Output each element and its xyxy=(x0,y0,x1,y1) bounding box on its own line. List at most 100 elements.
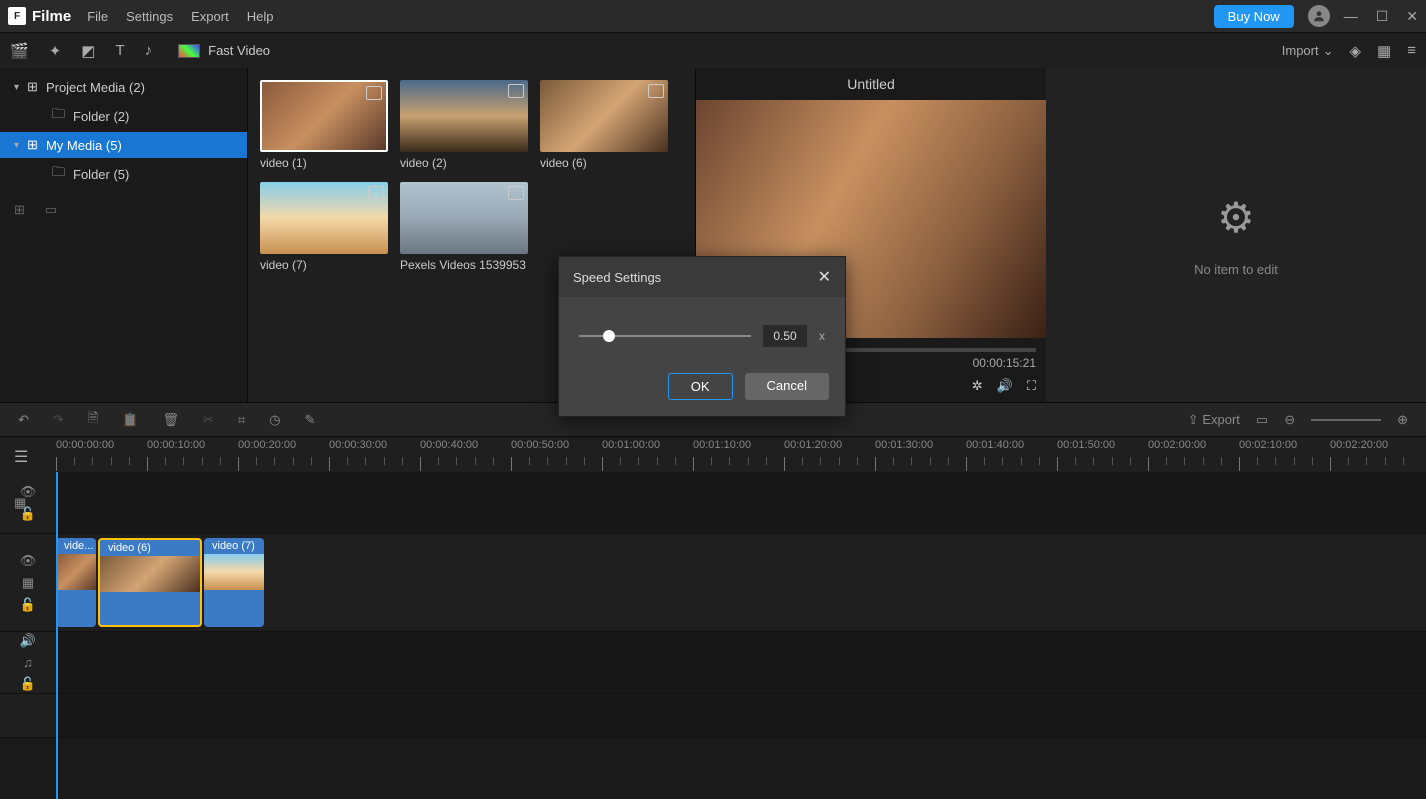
fullscreen-icon[interactable]: ⛶ xyxy=(1027,378,1036,394)
media-item[interactable]: video (2) xyxy=(400,80,528,170)
ruler-label: 00:01:10:00 xyxy=(693,439,751,451)
delete-icon[interactable]: 🗑 xyxy=(162,412,179,428)
ruler-label: 00:01:30:00 xyxy=(875,439,933,451)
add-folder-icon[interactable]: ⊞ xyxy=(14,202,25,218)
effects-tab-icon[interactable]: ✦ xyxy=(49,42,62,60)
playhead[interactable] xyxy=(56,472,58,799)
tree-project-folder[interactable]: 🗀 Folder (2) xyxy=(0,100,247,132)
text-tab-icon[interactable]: T xyxy=(115,42,124,59)
media-tab-icon[interactable]: 🎬 xyxy=(10,42,29,60)
settings-icon[interactable]: ✲ xyxy=(972,378,983,394)
export-button[interactable]: ⇪ Export xyxy=(1188,412,1240,428)
ruler-label: 00:02:20:00 xyxy=(1330,439,1388,451)
copy-icon[interactable]: 🗎 xyxy=(88,409,98,431)
folder-icon: 🗀 xyxy=(52,105,65,127)
split-icon[interactable]: ✂ xyxy=(203,412,214,428)
media-item[interactable]: video (7) xyxy=(260,182,388,272)
tree-my-folder[interactable]: 🗀 Folder (5) xyxy=(0,158,247,190)
buy-now-button[interactable]: Buy Now xyxy=(1214,5,1294,28)
menu-settings[interactable]: Settings xyxy=(126,9,173,24)
timeline-ruler[interactable]: ☰ 00:00:00:0000:00:10:0000:00:20:0000:00… xyxy=(0,436,1426,472)
paste-icon[interactable]: 📋 xyxy=(122,412,138,428)
slider-thumb[interactable] xyxy=(603,330,615,342)
project-title: Untitled xyxy=(696,68,1046,100)
ruler-label: 00:00:40:00 xyxy=(420,439,478,451)
lock-icon[interactable]: 🔓 xyxy=(20,676,36,692)
clip-label: vide... xyxy=(60,540,96,552)
undo-icon[interactable]: ↶ xyxy=(18,412,29,428)
timeline-clip[interactable]: video (6) xyxy=(98,538,202,627)
timeline-menu-icon[interactable]: ☰ xyxy=(14,447,28,467)
tree-project-media[interactable]: ▾ ⊞ Project Media (2) xyxy=(0,74,247,100)
app-name: Filme xyxy=(32,8,71,25)
ruler-label: 00:00:00:00 xyxy=(56,439,114,451)
fast-video-button[interactable]: Fast Video xyxy=(178,43,270,58)
close-icon[interactable]: ✕ xyxy=(1406,8,1418,25)
minimize-icon[interactable]: — xyxy=(1344,8,1358,25)
ruler-label: 00:01:20:00 xyxy=(784,439,842,451)
audio-tab-icon[interactable]: ♪ xyxy=(145,42,153,59)
video-track-1: 👁 ▦ 🔓 vide...video (6)video (7) xyxy=(0,534,1426,632)
track-type-icon: ♫ xyxy=(23,655,33,670)
tree-label: My Media (5) xyxy=(46,138,122,153)
volume-icon[interactable]: 🔊 xyxy=(20,633,36,649)
video-badge-icon xyxy=(508,84,524,98)
fast-video-label: Fast Video xyxy=(208,43,270,58)
zoom-in-icon[interactable]: ⊕ xyxy=(1397,412,1408,428)
crop-icon[interactable]: ⌗ xyxy=(238,412,245,428)
briefcase-icon[interactable]: ▭ xyxy=(45,202,57,218)
media-item[interactable]: video (6) xyxy=(540,80,668,170)
sort-icon[interactable]: ≡ xyxy=(1407,42,1416,59)
clip-label: video (6) xyxy=(104,542,155,554)
main-menu: File Settings Export Help xyxy=(87,9,273,24)
layers-icon[interactable]: ◈ xyxy=(1350,42,1362,60)
video-badge-icon xyxy=(648,84,664,98)
ruler-label: 00:00:30:00 xyxy=(329,439,387,451)
media-item[interactable]: video (1) xyxy=(260,80,388,170)
gear-icon: ⚙ xyxy=(1217,193,1255,242)
media-item[interactable]: Pexels Videos 1539953 xyxy=(400,182,528,272)
media-label: video (2) xyxy=(400,156,528,170)
video-badge-icon xyxy=(508,186,524,200)
tab-toolbar: 🎬 ✦ ◩ T ♪ Fast Video Import ⌄ ◈ ▦ ≡ xyxy=(0,32,1426,68)
maximize-icon[interactable]: ☐ xyxy=(1376,8,1389,25)
fast-video-icon xyxy=(178,44,200,58)
ruler-label: 00:01:00:00 xyxy=(602,439,660,451)
ok-button[interactable]: OK xyxy=(668,373,733,400)
ruler-label: 00:00:10:00 xyxy=(147,439,205,451)
redo-icon[interactable]: ↷ xyxy=(53,412,64,428)
audio-track-1: 🔊 ♫ 🔓 xyxy=(0,632,1426,694)
lock-icon[interactable]: 🔓 xyxy=(20,597,36,613)
dialog-close-icon[interactable]: ✕ xyxy=(818,267,831,287)
timeline-clip[interactable]: video (7) xyxy=(204,538,264,627)
speed-slider[interactable] xyxy=(579,335,751,337)
volume-icon[interactable]: 🔊 xyxy=(997,378,1013,394)
import-button[interactable]: Import ⌄ xyxy=(1282,43,1334,59)
ruler-label: 00:01:50:00 xyxy=(1057,439,1115,451)
zoom-out-icon[interactable]: ⊖ xyxy=(1284,412,1295,428)
tree-label: Folder (2) xyxy=(73,109,129,124)
color-icon[interactable]: ✎ xyxy=(305,412,316,428)
project-sidebar: ▾ ⊞ Project Media (2) 🗀 Folder (2) ▾ ⊞ M… xyxy=(0,68,248,402)
visibility-icon[interactable]: 👁 xyxy=(20,553,37,569)
caret-down-icon: ▾ xyxy=(14,82,19,93)
tree-label: Folder (5) xyxy=(73,167,129,182)
zoom-slider[interactable] xyxy=(1311,419,1381,421)
tree-my-media[interactable]: ▾ ⊞ My Media (5) xyxy=(0,132,247,158)
media-label: Pexels Videos 1539953 xyxy=(400,258,528,272)
transitions-tab-icon[interactable]: ◩ xyxy=(81,42,95,60)
ruler-label: 00:02:00:00 xyxy=(1148,439,1206,451)
menu-export[interactable]: Export xyxy=(191,9,229,24)
aspect-icon[interactable]: ▭ xyxy=(1256,412,1268,428)
track-type-icon: ▦ xyxy=(14,495,26,511)
menu-help[interactable]: Help xyxy=(247,9,274,24)
timeline-clip[interactable]: vide... xyxy=(56,538,96,627)
speed-value[interactable]: 0.50 xyxy=(763,325,807,347)
menu-file[interactable]: File xyxy=(87,9,108,24)
account-icon[interactable] xyxy=(1308,5,1330,27)
media-label: video (7) xyxy=(260,258,388,272)
cancel-button[interactable]: Cancel xyxy=(745,373,829,400)
grid-view-icon[interactable]: ▦ xyxy=(1377,42,1391,60)
speed-icon[interactable]: ◷ xyxy=(269,412,280,428)
dialog-title: Speed Settings xyxy=(573,270,661,285)
